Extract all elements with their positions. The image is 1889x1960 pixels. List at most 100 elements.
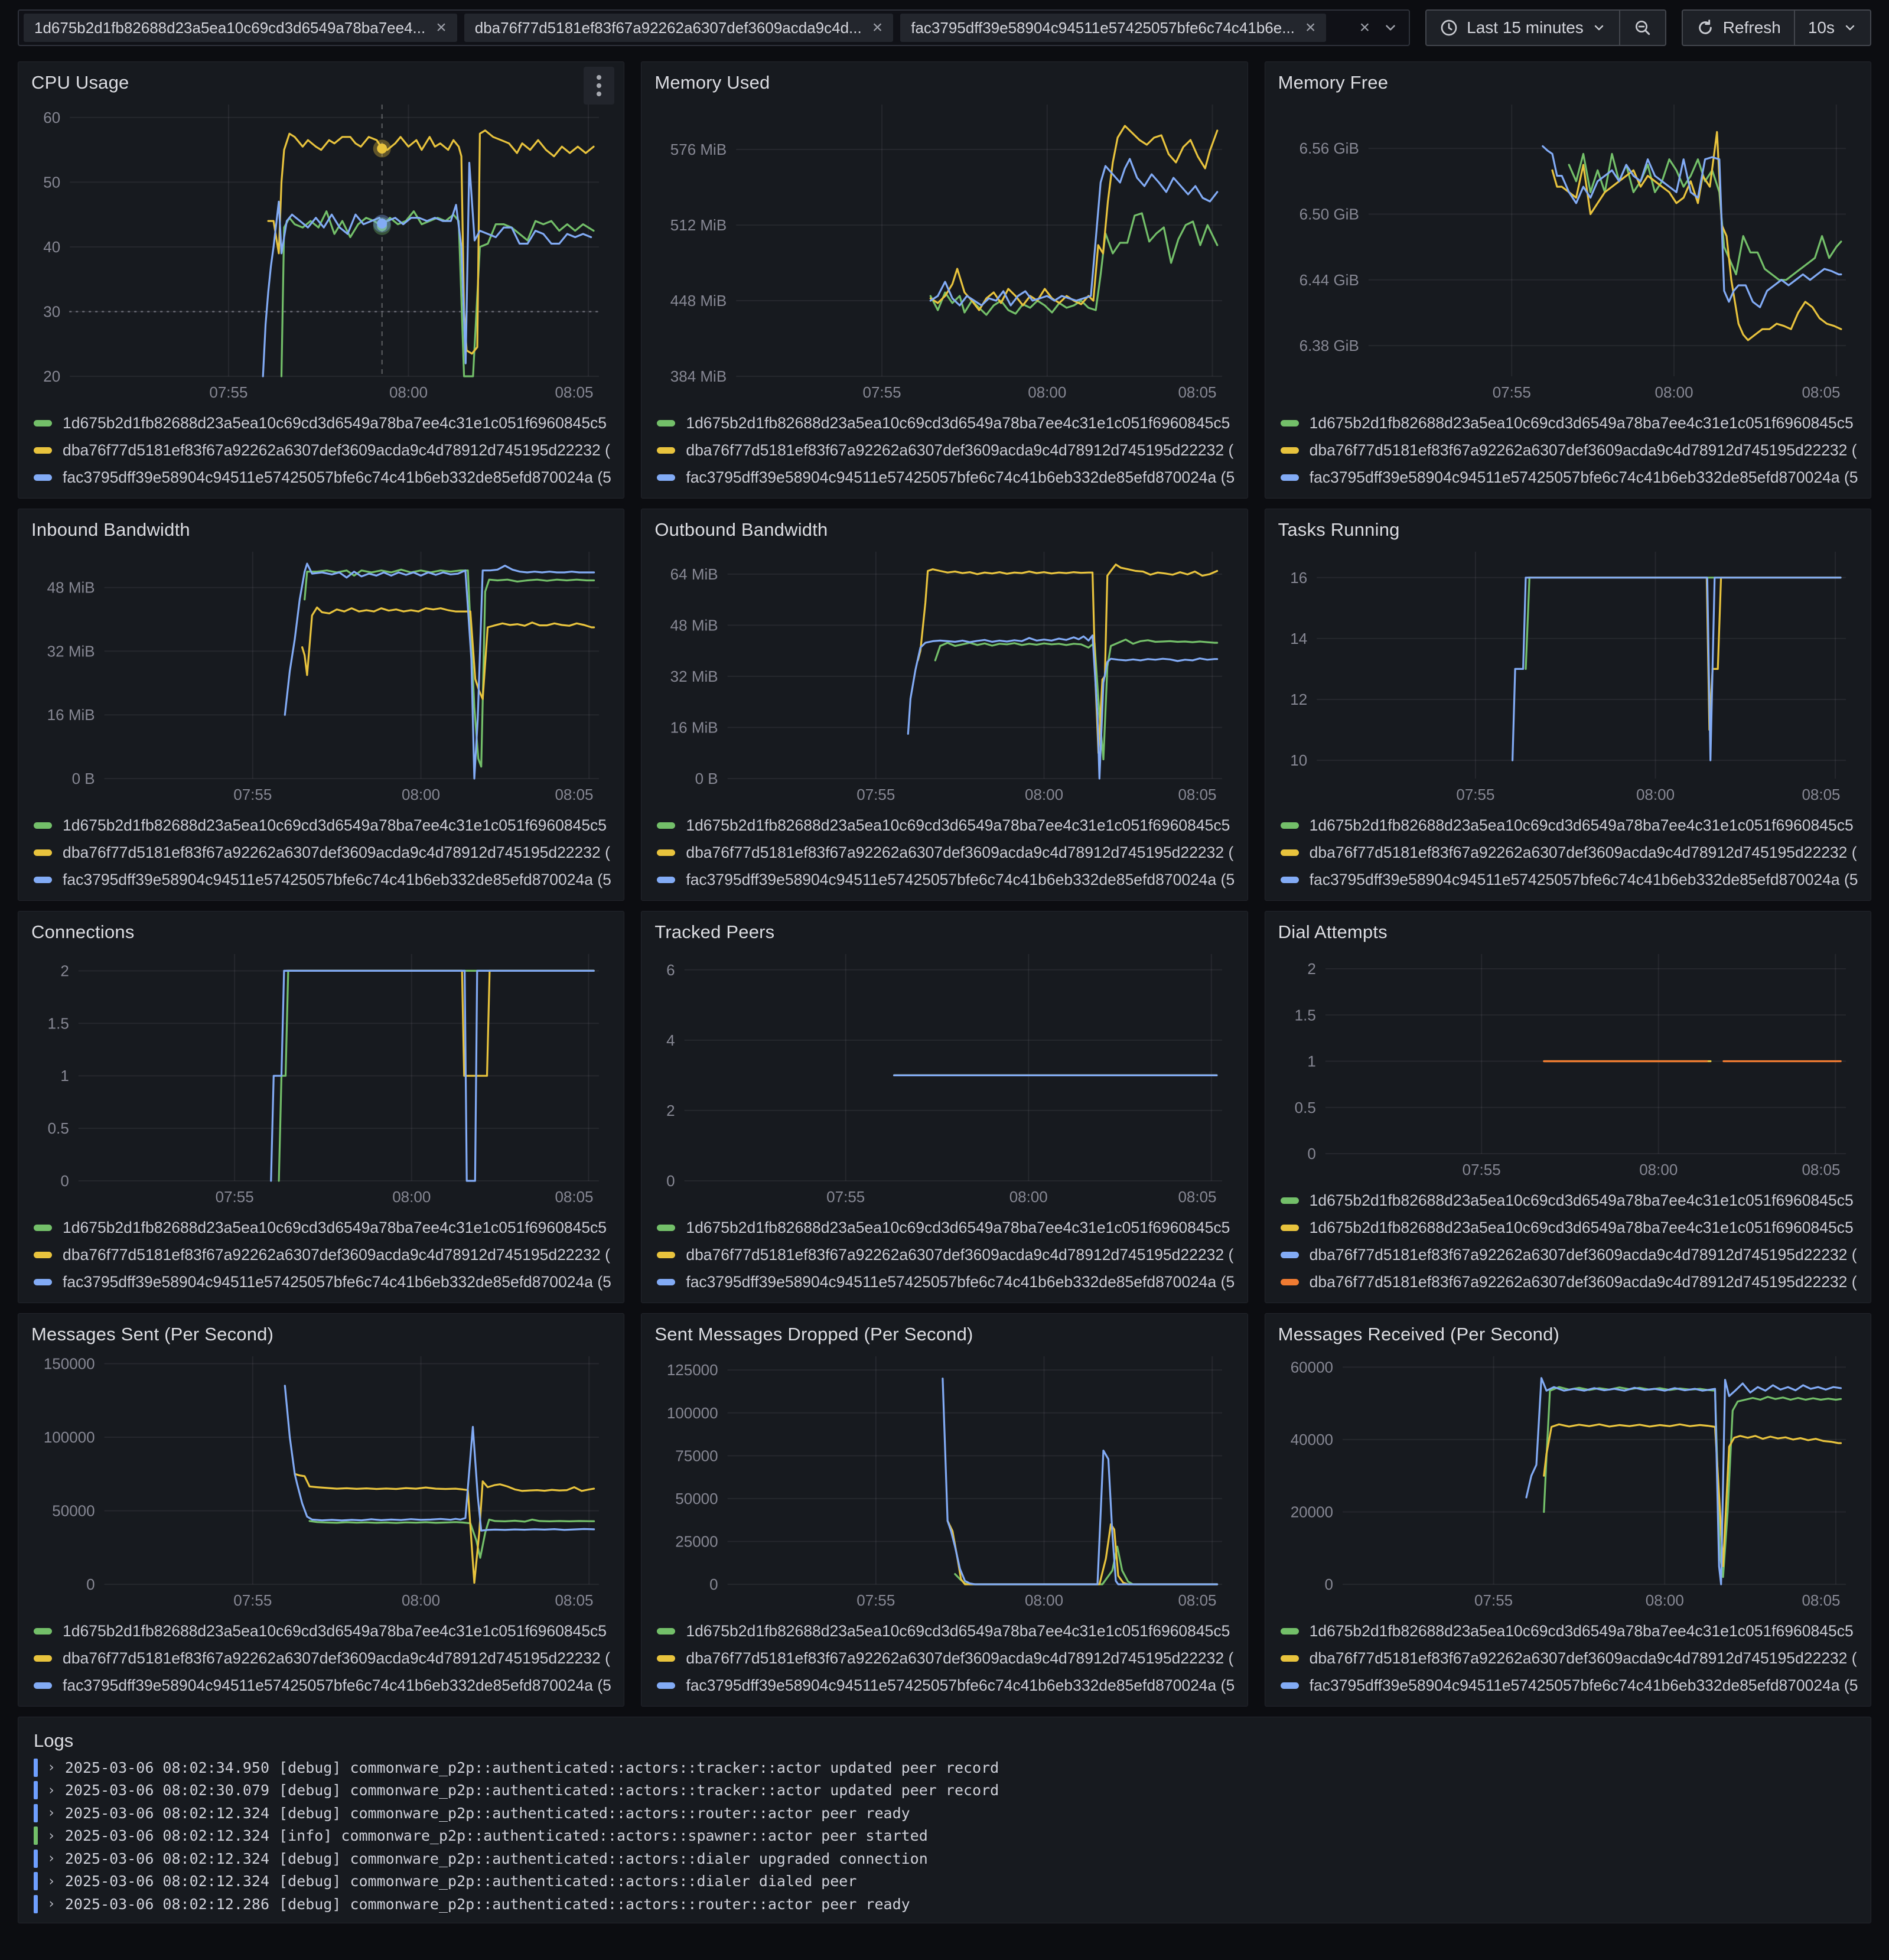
y-axis-tick: 64 MiB (670, 565, 718, 583)
legend-item[interactable]: dba76f77d5181ef83f67a92262a6307def3609ac… (657, 1241, 1235, 1268)
legend-item[interactable]: 1d675b2d1fb82688d23a5ea10c69cd3d6549a78b… (657, 1617, 1235, 1645)
chevron-down-icon[interactable] (1383, 20, 1398, 35)
chart-area[interactable]: 0 25000 50000 75000 100000 125000 07:55 08:00 08… (654, 1348, 1234, 1613)
panel-title[interactable]: Memory Used (654, 72, 770, 93)
legend-item[interactable]: fac3795dff39e58904c94511e57425057bfe6c74… (34, 1268, 611, 1295)
log-row[interactable]: › 2025-03-06 08:02:34.950 [debug] commonwa… (34, 1756, 1855, 1779)
legend-item[interactable]: fac3795dff39e58904c94511e57425057bfe6c74… (1280, 1672, 1858, 1699)
log-expand-icon[interactable]: › (47, 1874, 56, 1889)
chart-area[interactable]: 0 0.5 1 1.5 2 07:55 08:00 08:05 (1278, 946, 1858, 1182)
filter-chip[interactable]: fac3795dff39e58904c94511e57425057bfe6c74… (900, 14, 1327, 42)
chart-area[interactable]: 0 B 16 MiB 32 MiB 48 MiB 07:55 08:00 08:05 (31, 543, 611, 807)
legend-item[interactable]: 1d675b2d1fb82688d23a5ea10c69cd3d6549a78b… (1280, 812, 1858, 839)
legend-label: dba76f77d5181ef83f67a92262a6307def3609ac… (63, 441, 611, 459)
panel-title[interactable]: Tracked Peers (654, 922, 774, 943)
legend-label: dba76f77d5181ef83f67a92262a6307def3609ac… (1309, 1272, 1858, 1291)
legend-item[interactable]: fac3795dff39e58904c94511e57425057bfe6c74… (657, 1672, 1235, 1699)
chart-area[interactable]: 0 B 16 MiB 32 MiB 48 MiB 64 MiB 07:55 08:00 08:… (654, 543, 1234, 807)
refresh-button[interactable]: Refresh (1683, 11, 1794, 45)
log-row[interactable]: › 2025-03-06 08:02:30.079 [debug] commonwa… (34, 1779, 1855, 1802)
clear-all-icon[interactable]: × (1360, 18, 1370, 38)
legend-item[interactable]: fac3795dff39e58904c94511e57425057bfe6c74… (1280, 866, 1858, 893)
legend-color-pill (34, 1627, 52, 1635)
legend-item[interactable]: dba76f77d5181ef83f67a92262a6307def3609ac… (1280, 1645, 1858, 1672)
remove-filter-icon[interactable]: × (872, 19, 883, 37)
log-expand-icon[interactable]: › (47, 1896, 56, 1912)
variable-multiselect[interactable]: 1d675b2d1fb82688d23a5ea10c69cd3d6549a78b… (18, 9, 1411, 46)
panel-title[interactable]: Messages Sent (Per Second) (31, 1324, 273, 1345)
chart-svg: 0 B 16 MiB 32 MiB 48 MiB 64 MiB 07:55 08:00 08:… (670, 552, 1223, 803)
panel-title[interactable]: CPU Usage (31, 72, 129, 93)
legend-item[interactable]: fac3795dff39e58904c94511e57425057bfe6c74… (657, 866, 1235, 893)
remove-filter-icon[interactable]: × (436, 19, 447, 37)
legend-item[interactable]: 1d675b2d1fb82688d23a5ea10c69cd3d6549a78b… (34, 812, 611, 839)
legend-color-pill (34, 1224, 52, 1231)
chart-area[interactable]: 0 20000 40000 60000 07:55 08:00 08:05 (1278, 1348, 1858, 1613)
legend-item[interactable]: fac3795dff39e58904c94511e57425057bfe6c74… (34, 464, 611, 491)
legend-item[interactable]: fac3795dff39e58904c94511e57425057bfe6c74… (34, 1672, 611, 1699)
chart-area[interactable]: 10 12 14 16 07:55 08:00 08:05 (1278, 543, 1858, 807)
panel-title[interactable]: Dial Attempts (1278, 922, 1388, 943)
log-expand-icon[interactable]: › (47, 1851, 56, 1866)
log-timestamp: 2025-03-06 08:02:12.286 (64, 1895, 270, 1913)
log-row[interactable]: › 2025-03-06 08:02:12.324 [debug] commonwa… (34, 1802, 1855, 1825)
y-axis-tick: 0.5 (1294, 1099, 1315, 1116)
legend-item[interactable]: fac3795dff39e58904c94511e57425057bfe6c74… (657, 1268, 1235, 1295)
legend-item[interactable]: fac3795dff39e58904c94511e57425057bfe6c74… (34, 866, 611, 893)
legend-item[interactable]: dba76f77d5181ef83f67a92262a6307def3609ac… (657, 1645, 1235, 1672)
panel-title[interactable]: Sent Messages Dropped (Per Second) (654, 1324, 973, 1345)
legend-item[interactable]: 1d675b2d1fb82688d23a5ea10c69cd3d6549a78b… (1280, 1187, 1858, 1214)
logs-panel-title[interactable]: Logs (34, 1725, 1855, 1756)
legend: 1d675b2d1fb82688d23a5ea10c69cd3d6549a78b… (654, 807, 1235, 893)
legend-item[interactable]: dba76f77d5181ef83f67a92262a6307def3609ac… (657, 839, 1235, 866)
legend-item[interactable]: dba76f77d5181ef83f67a92262a6307def3609ac… (1280, 839, 1858, 866)
chart-area[interactable]: 6.38 GiB 6.44 GiB 6.50 GiB 6.56 GiB 07:55 08:… (1278, 96, 1858, 405)
legend-item[interactable]: 1d675b2d1fb82688d23a5ea10c69cd3d6549a78b… (657, 409, 1235, 437)
legend-item[interactable]: 1d675b2d1fb82688d23a5ea10c69cd3d6549a78b… (1280, 1214, 1858, 1241)
panel-title[interactable]: Messages Received (Per Second) (1278, 1324, 1559, 1345)
legend-item[interactable]: 1d675b2d1fb82688d23a5ea10c69cd3d6549a78b… (1280, 409, 1858, 437)
log-row[interactable]: › 2025-03-06 08:02:12.286 [debug] commonwa… (34, 1893, 1855, 1916)
legend-item[interactable]: 1d675b2d1fb82688d23a5ea10c69cd3d6549a78b… (1280, 1617, 1858, 1645)
remove-filter-icon[interactable]: × (1305, 19, 1316, 37)
panel-title[interactable]: Outbound Bandwidth (654, 519, 828, 541)
legend-item[interactable]: 1d675b2d1fb82688d23a5ea10c69cd3d6549a78b… (34, 1214, 611, 1241)
legend-item[interactable]: dba76f77d5181ef83f67a92262a6307def3609ac… (657, 437, 1235, 464)
legend-item[interactable]: 1d675b2d1fb82688d23a5ea10c69cd3d6549a78b… (34, 1617, 611, 1645)
chart-area[interactable]: 20 30 40 50 60 07:55 08:00 08:05 (31, 96, 611, 405)
time-range-button[interactable]: Last 15 minutes (1426, 11, 1619, 45)
log-expand-icon[interactable]: › (47, 1783, 56, 1798)
legend-item[interactable]: 1d675b2d1fb82688d23a5ea10c69cd3d6549a78b… (34, 409, 611, 437)
log-row[interactable]: › 2025-03-06 08:02:12.324 [debug] commonwa… (34, 1870, 1855, 1893)
chart-area[interactable]: 0 0.5 1 1.5 2 07:55 08:00 08:05 (31, 946, 611, 1209)
log-expand-icon[interactable]: › (47, 1828, 56, 1844)
legend-item[interactable]: dba76f77d5181ef83f67a92262a6307def3609ac… (34, 1645, 611, 1672)
legend-item[interactable]: 1d675b2d1fb82688d23a5ea10c69cd3d6549a78b… (657, 812, 1235, 839)
legend: 1d675b2d1fb82688d23a5ea10c69cd3d6549a78b… (654, 1209, 1235, 1295)
chart-area[interactable]: 0 50000 100000 150000 07:55 08:00 08:05 (31, 1348, 611, 1613)
legend-item[interactable]: dba76f77d5181ef83f67a92262a6307def3609ac… (1280, 1241, 1858, 1268)
refresh-interval-dropdown[interactable]: 10s (1793, 11, 1870, 45)
panel-title[interactable]: Memory Free (1278, 72, 1389, 93)
log-expand-icon[interactable]: › (47, 1805, 56, 1821)
panel-title[interactable]: Connections (31, 922, 135, 943)
zoom-out-button[interactable] (1618, 11, 1665, 45)
log-row[interactable]: › 2025-03-06 08:02:12.324 [info] commonwar… (34, 1825, 1855, 1848)
legend-item[interactable]: dba76f77d5181ef83f67a92262a6307def3609ac… (34, 437, 611, 464)
legend-item[interactable]: dba76f77d5181ef83f67a92262a6307def3609ac… (1280, 437, 1858, 464)
filter-chip[interactable]: 1d675b2d1fb82688d23a5ea10c69cd3d6549a78b… (24, 14, 457, 42)
chart-area[interactable]: 0 2 4 6 07:55 08:00 08:05 (654, 946, 1234, 1209)
panel-title[interactable]: Inbound Bandwidth (31, 519, 190, 541)
panel-title[interactable]: Tasks Running (1278, 519, 1400, 541)
legend-color-pill (1280, 1278, 1299, 1285)
log-expand-icon[interactable]: › (47, 1760, 56, 1775)
legend-item[interactable]: fac3795dff39e58904c94511e57425057bfe6c74… (657, 464, 1235, 491)
legend-item[interactable]: fac3795dff39e58904c94511e57425057bfe6c74… (1280, 464, 1858, 491)
log-row[interactable]: › 2025-03-06 08:02:12.324 [debug] commonwa… (34, 1847, 1855, 1870)
legend-item[interactable]: dba76f77d5181ef83f67a92262a6307def3609ac… (34, 1241, 611, 1268)
legend-item[interactable]: 1d675b2d1fb82688d23a5ea10c69cd3d6549a78b… (657, 1214, 1235, 1241)
legend-item[interactable]: dba76f77d5181ef83f67a92262a6307def3609ac… (1280, 1268, 1858, 1295)
filter-chip[interactable]: dba76f77d5181ef83f67a92262a6307def3609ac… (464, 14, 894, 42)
chart-area[interactable]: 384 MiB 448 MiB 512 MiB 576 MiB 07:55 08:00 08… (654, 96, 1234, 405)
legend-item[interactable]: dba76f77d5181ef83f67a92262a6307def3609ac… (34, 839, 611, 866)
